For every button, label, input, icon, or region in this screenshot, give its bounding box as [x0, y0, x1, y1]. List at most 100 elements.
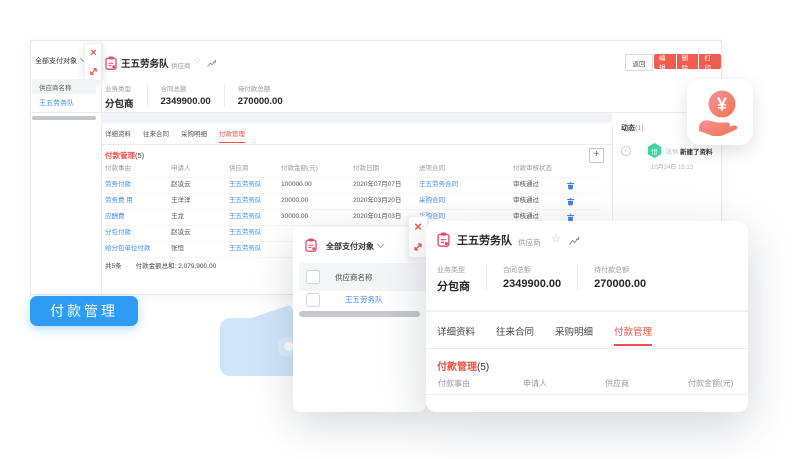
summary-label: 合同总额	[161, 83, 211, 93]
star-icon[interactable]: ☆	[193, 55, 201, 66]
summary-stats: 业务类型分包商合同总额2349900.00待付款总额270000.00	[437, 265, 662, 294]
tab-付款管理[interactable]: 付款管理	[614, 324, 652, 346]
table-row: 劳务费 用王洋洋王五劳务队20000.002020年03月20日采购合同审核通过	[105, 193, 601, 210]
table-header-row: 付款事由申请人供应商付款金额(元)付款日期进项合同付款审核状态	[105, 161, 601, 178]
close-icon[interactable]: ×	[90, 48, 96, 59]
content-gap	[101, 113, 612, 123]
left-panel-scrollbar[interactable]	[32, 116, 96, 120]
trend-share-icon[interactable]	[207, 59, 216, 67]
popup-supplier-link[interactable]: 王五劳务队	[345, 294, 383, 305]
cell-text: 审核通过	[513, 193, 539, 209]
column-header: 供应商	[605, 373, 629, 394]
cell-text: 赵凌云	[171, 177, 191, 193]
section-title-text: 付款管理	[105, 151, 135, 160]
back-button[interactable]: 返回	[625, 54, 653, 71]
tab-详细资料[interactable]: 详细资料	[105, 128, 131, 143]
trend-share-icon[interactable]	[569, 236, 579, 245]
cell-text: 2020年07月07日	[353, 177, 401, 193]
pay-target-dropdown[interactable]: 全部支付对象	[35, 56, 86, 66]
row-checkbox[interactable]	[306, 293, 320, 307]
clipboard-icon	[105, 56, 117, 70]
summary-stats: 业务类型分包商 合同总额 2349900.00 待付款总额270000.00	[105, 83, 296, 110]
popup-pay-target-list: 全部支付对象 供应商名称 王五劳务队	[293, 227, 426, 412]
summary-label: 合同总额	[503, 265, 561, 275]
cell-text: 审核通过	[513, 177, 539, 193]
column-header: 付款金额(元)	[281, 161, 318, 177]
activity-time: 10月24日 15:13	[651, 162, 693, 171]
popup-list-header-row: 供应商名称	[299, 263, 426, 291]
popup-controls: ×	[408, 216, 428, 258]
cell-text: 100000.00	[281, 177, 312, 193]
supplier-column-header: 供应商名称	[39, 82, 72, 92]
edit-button[interactable]: 编辑	[654, 54, 676, 69]
popup-horizontal-scrollbar[interactable]	[299, 311, 420, 317]
popup-list-dropdown[interactable]: 全部支付对象	[326, 241, 383, 252]
detail-tabs: 详细资料往来合同采购明细付款管理	[437, 324, 652, 346]
feature-badge: 付款管理	[30, 296, 138, 326]
column-header: 付款金额(元)	[688, 373, 733, 394]
cell-link[interactable]: 王五劳务队	[229, 177, 262, 193]
summary-item: 业务类型分包商	[437, 265, 486, 294]
page-canvas: 全部支付对象 × 供应商名称 王五劳务队 王五劳务队 供应商 ☆ 返回 编辑 删…	[0, 0, 792, 459]
column-header: 申请人	[523, 373, 547, 394]
column-header: 付款日期	[353, 161, 379, 177]
column-header: 进项合同	[419, 161, 445, 177]
tab-采购明细[interactable]: 采购明细	[181, 128, 207, 143]
cell-link[interactable]: 应酬费	[105, 209, 125, 225]
activity-title: 动态(1)	[621, 123, 644, 133]
table-footer: 共5条付款金额总和: 2,079,900.00	[105, 257, 216, 277]
activity-count: (1)	[635, 125, 644, 132]
chevron-down-icon	[377, 241, 384, 248]
page-title: 王五劳务队	[121, 56, 169, 70]
section-count: (5)	[477, 362, 489, 373]
cell-link[interactable]: 采购合同	[419, 193, 445, 209]
cell-link[interactable]: 劳务付款	[105, 177, 131, 193]
expand-icon[interactable]	[88, 66, 99, 77]
popup-detail-title: 王五劳务队	[457, 232, 512, 248]
summary-item: 待付款总额270000.00	[224, 83, 296, 107]
cell-link[interactable]: 给分包单位付款	[105, 241, 151, 257]
star-icon[interactable]: ☆	[551, 232, 561, 245]
print-button[interactable]: 打印	[699, 54, 721, 69]
delete-button[interactable]: 删除	[677, 54, 699, 69]
column-header: 付款事由	[438, 373, 470, 394]
cell-link[interactable]: 王五劳务队	[229, 241, 262, 257]
tabs-divider	[426, 348, 748, 349]
cell-link[interactable]: 分包付款	[105, 225, 131, 241]
column-header: 供应商	[229, 161, 249, 177]
cell-text: 20000.00	[281, 193, 308, 209]
supplier-list-item[interactable]: 王五劳务队	[39, 98, 74, 108]
summary-item: 业务类型分包商	[105, 83, 147, 110]
footer-sum: 付款金额总和: 2,079,900.00	[136, 263, 217, 270]
expand-icon[interactable]	[412, 241, 424, 253]
summary-item: 待付款总额270000.00	[577, 265, 662, 290]
tab-付款管理[interactable]: 付款管理	[219, 128, 245, 143]
cell-text: 2020年03月20日	[353, 193, 401, 209]
cell-text: 张恒	[171, 241, 184, 257]
popup-list-title: 全部支付对象	[326, 242, 374, 251]
close-icon[interactable]: ×	[414, 221, 422, 232]
payment-table-header: 付款事由 申请人 供应商 付款金额(元)	[426, 373, 748, 395]
tab-详细资料[interactable]: 详细资料	[437, 324, 475, 346]
column-header: 付款事由	[105, 161, 131, 177]
check-circle-icon: ✓	[621, 146, 631, 156]
cell-link[interactable]: 王五劳务队	[229, 193, 262, 209]
supplier-column-header-row: 供应商名称	[32, 79, 96, 94]
cell-link[interactable]: 王五劳务队	[229, 225, 262, 241]
summary-value: 2349900.00	[161, 96, 211, 107]
activity-title-text: 动态	[621, 125, 635, 132]
tab-往来合同[interactable]: 往来合同	[143, 128, 169, 143]
cell-link[interactable]: 王五劳务合同	[419, 177, 458, 193]
tab-采购明细[interactable]: 采购明细	[555, 324, 593, 346]
select-all-checkbox[interactable]	[306, 270, 320, 284]
cell-text: 王龙	[171, 209, 184, 225]
tab-往来合同[interactable]: 往来合同	[496, 324, 534, 346]
activity-action: 新建了资料	[680, 146, 713, 156]
summary-label: 待付款总额	[238, 83, 283, 93]
column-header: 付款审核状态	[513, 161, 552, 177]
cell-link[interactable]: 王五劳务队	[229, 209, 262, 225]
cell-link[interactable]: 劳务费 用	[105, 193, 133, 209]
supplier-tag: 供应商	[518, 237, 541, 248]
section-title-text: 付款管理	[437, 362, 477, 373]
summary-item: 合同总额 2349900.00	[147, 83, 224, 107]
